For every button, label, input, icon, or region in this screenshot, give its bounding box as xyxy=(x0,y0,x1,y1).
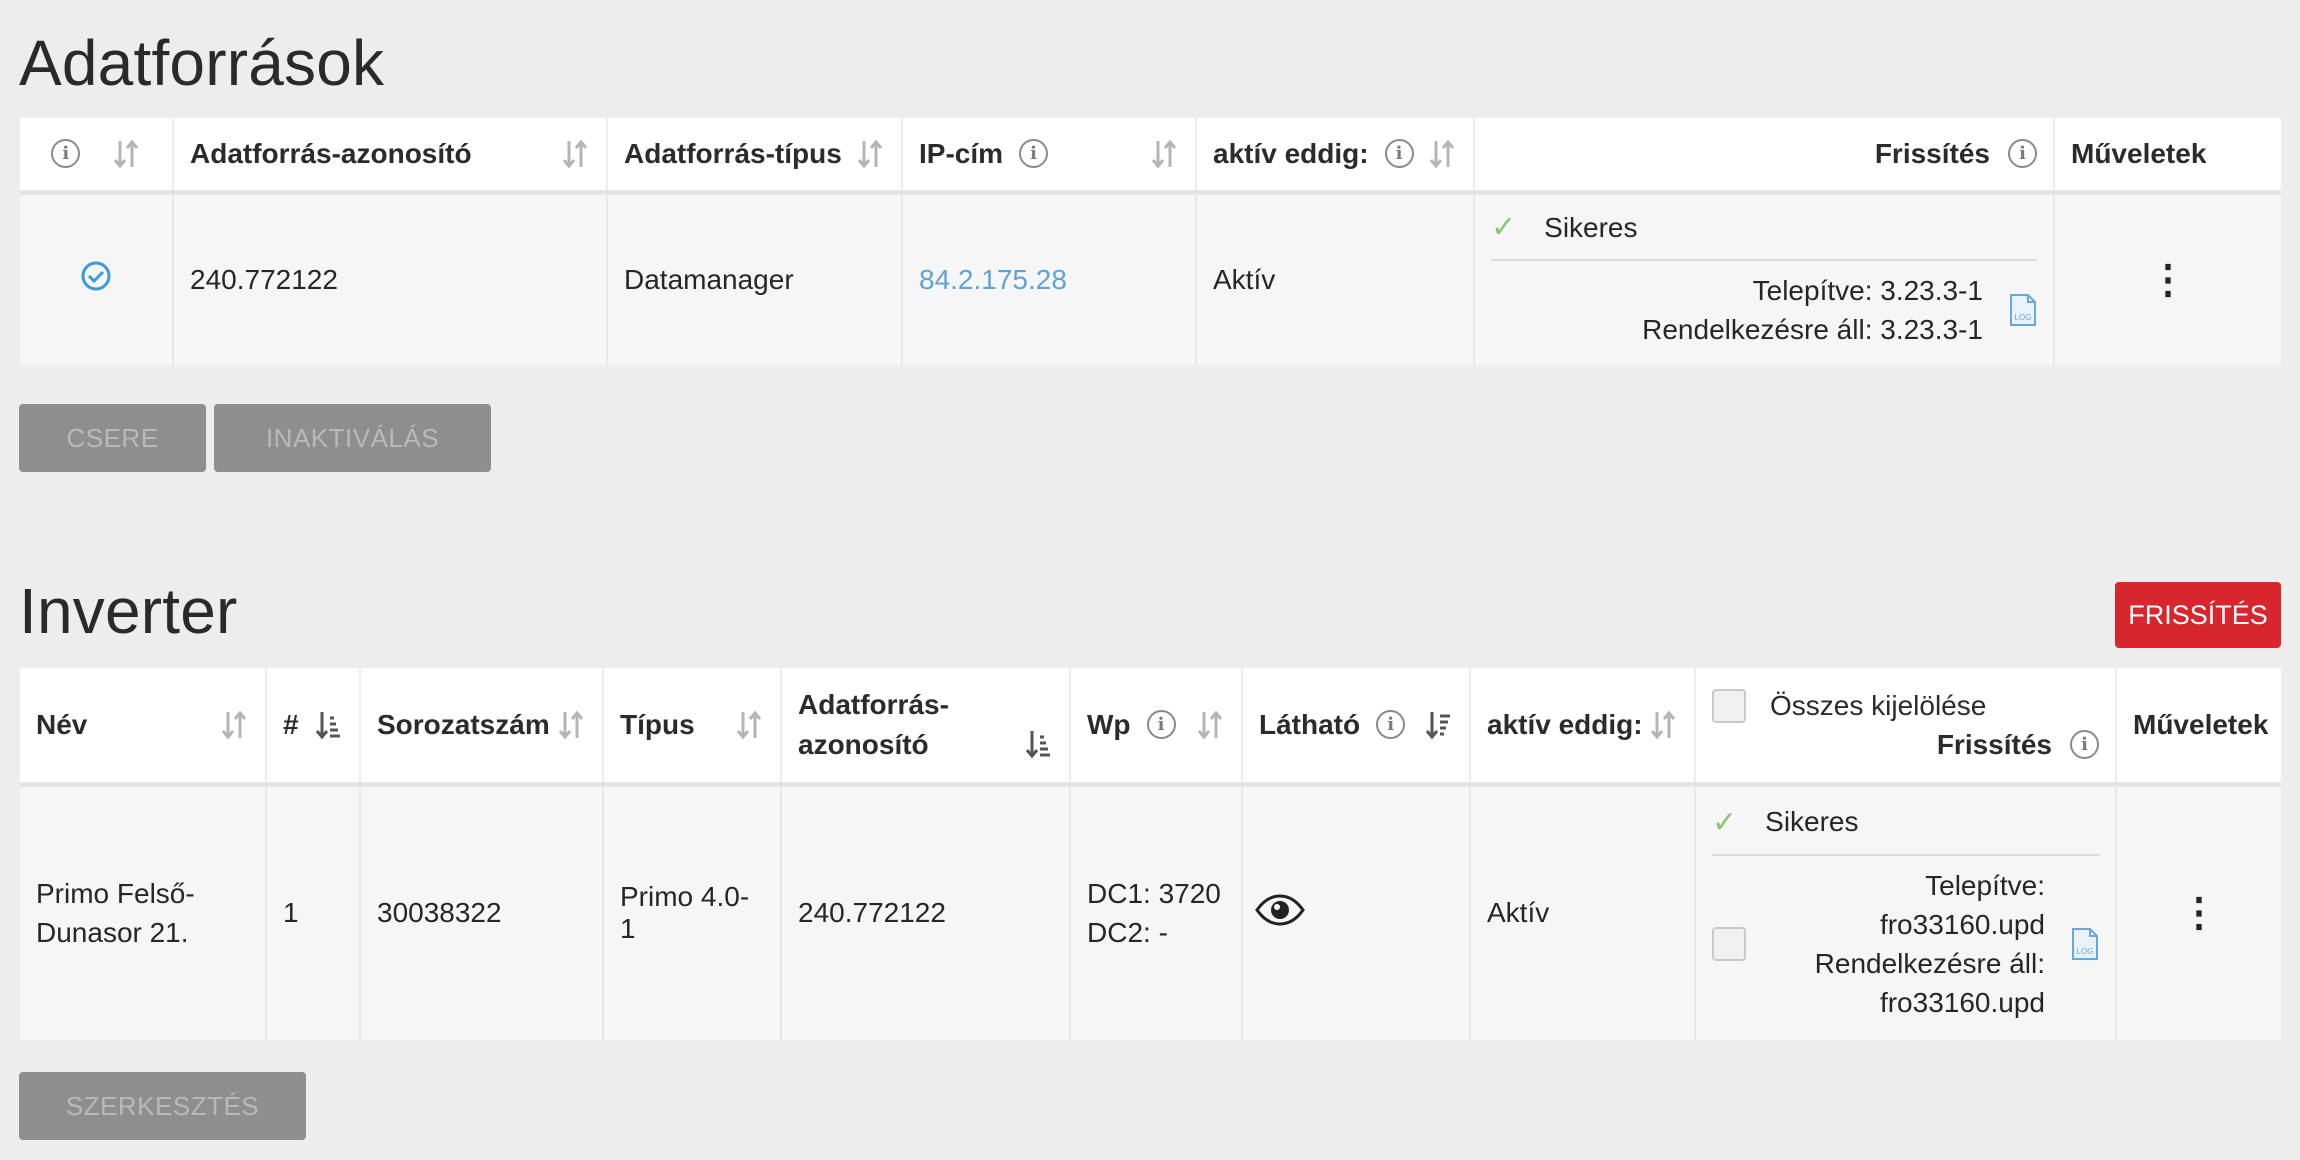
header-datasource-type[interactable]: Adatforrás-típus xyxy=(607,118,903,195)
header-status: i xyxy=(20,118,174,195)
checkmark-icon: ✓ xyxy=(1491,211,1517,245)
sort-asc-icon[interactable] xyxy=(1023,727,1053,761)
sort-icon[interactable] xyxy=(1149,137,1179,171)
sort-icon[interactable] xyxy=(734,708,764,742)
active-status: Aktív xyxy=(1196,192,1475,365)
info-icon[interactable]: i xyxy=(2070,730,2099,760)
inverter-number: 1 xyxy=(266,784,361,1040)
header-ip[interactable]: IP-cím i xyxy=(902,118,1197,195)
available-file: fro33160.upd xyxy=(1879,986,2045,1018)
deactivate-button[interactable]: INAKTIVÁLÁS xyxy=(214,404,491,472)
svg-text:LOG: LOG xyxy=(2015,313,2032,322)
replace-button[interactable]: CSERE xyxy=(19,404,206,472)
inverter-datasource-id: 240.772122 xyxy=(781,784,1071,1040)
active-status: Aktív xyxy=(1470,784,1696,1040)
header-name[interactable]: Név xyxy=(20,668,267,787)
info-icon[interactable]: i xyxy=(1376,710,1406,740)
refresh-button[interactable]: FRISSÍTÉS xyxy=(2115,582,2281,648)
actions-menu-icon[interactable]: ⋮ xyxy=(2116,784,2281,1040)
header-active-until[interactable]: aktív eddig: i xyxy=(1196,118,1475,195)
installed-file: fro33160.upd xyxy=(1879,908,2045,940)
svg-text:LOG: LOG xyxy=(2077,947,2094,956)
checkmark-icon: ✓ xyxy=(1712,805,1738,839)
info-icon[interactable]: i xyxy=(2008,139,2037,169)
update-cell: ✓ Sikeres Telepítve: 3.23.3-1 Rendelkezé… xyxy=(1474,192,2055,365)
header-datasource-id[interactable]: Adatforrás-azonosító xyxy=(781,668,1071,787)
eye-icon[interactable] xyxy=(1255,894,1305,926)
visibility-cell xyxy=(1242,784,1471,1040)
installed-version: Telepítve: 3.23.3-1 xyxy=(1752,275,1983,307)
update-status: Sikeres xyxy=(1544,211,1638,243)
select-all-checkbox[interactable] xyxy=(1712,688,1746,723)
header-wp[interactable]: Wp i xyxy=(1070,668,1243,787)
edit-button[interactable]: SZERKESZTÉS xyxy=(19,1072,306,1140)
log-file-icon[interactable]: LOG xyxy=(2009,293,2037,327)
header-visible[interactable]: Látható i xyxy=(1242,668,1471,787)
log-file-icon[interactable]: LOG xyxy=(2071,927,2099,961)
check-circle-icon xyxy=(81,261,111,291)
info-icon[interactable]: i xyxy=(1384,139,1414,169)
datasources-title: Adatforrások xyxy=(19,27,385,99)
sort-desc-icon[interactable] xyxy=(1423,708,1453,742)
info-icon[interactable]: i xyxy=(1019,139,1049,169)
sort-icon[interactable] xyxy=(1195,708,1225,742)
inverter-name: Primo Felső- Dunasor 21. xyxy=(20,784,267,1040)
sort-icon[interactable] xyxy=(111,137,141,171)
inverter-table: Név # Sorozatszám Típus Adatforrás-azono… xyxy=(20,668,2281,1040)
sort-asc-icon[interactable] xyxy=(313,708,343,742)
header-number[interactable]: # xyxy=(266,668,361,787)
datasource-type: Datamanager xyxy=(607,192,903,365)
row-select-checkbox[interactable] xyxy=(1712,926,1746,961)
inverter-type: Primo 4.0-1 xyxy=(603,784,782,1040)
header-update: Összes kijelölése Frissítés i xyxy=(1695,668,2117,787)
status-cell xyxy=(20,192,174,365)
actions-menu-icon[interactable]: ⋮ xyxy=(2054,192,2281,365)
sort-icon[interactable] xyxy=(1427,137,1457,171)
sort-icon[interactable] xyxy=(560,137,590,171)
select-all-label: Összes kijelölése xyxy=(1770,689,1987,721)
inverter-serial: 30038322 xyxy=(360,784,604,1040)
ip-link[interactable]: 84.2.175.28 xyxy=(919,264,1067,295)
header-serial[interactable]: Sorozatszám xyxy=(360,668,604,787)
sort-icon[interactable] xyxy=(219,708,249,742)
header-actions: Műveletek xyxy=(2116,668,2281,787)
available-version: Rendelkezésre áll: 3.23.3-1 xyxy=(1642,314,1983,346)
header-actions: Műveletek xyxy=(2054,118,2281,195)
sort-icon[interactable] xyxy=(556,708,586,742)
info-icon[interactable]: i xyxy=(1146,710,1176,740)
sort-icon[interactable] xyxy=(855,137,885,171)
datasources-table: i Adatforrás-azonosító Adatforrás-típus … xyxy=(20,118,2281,365)
table-row: Primo Felső- Dunasor 21. 1 30038322 Primo… xyxy=(20,784,2281,1040)
header-datasource-id[interactable]: Adatforrás-azonosító xyxy=(173,118,608,195)
info-icon[interactable]: i xyxy=(51,139,81,169)
header-update: Frissítés i xyxy=(1474,118,2055,195)
table-row: 240.772122 Datamanager 84.2.175.28 Aktív… xyxy=(20,192,2281,365)
header-type[interactable]: Típus xyxy=(603,668,782,787)
update-cell: ✓ Sikeres Telepítve: fro33160.upd Rendel… xyxy=(1695,784,2117,1040)
inverter-wp: DC1: 3720 DC2: - xyxy=(1070,784,1243,1040)
datasource-id: 240.772122 xyxy=(173,192,608,365)
sort-icon[interactable] xyxy=(1648,708,1678,742)
update-status: Sikeres xyxy=(1765,806,1859,838)
header-active-until[interactable]: aktív eddig: xyxy=(1470,668,1696,787)
inverter-title: Inverter xyxy=(19,575,238,647)
